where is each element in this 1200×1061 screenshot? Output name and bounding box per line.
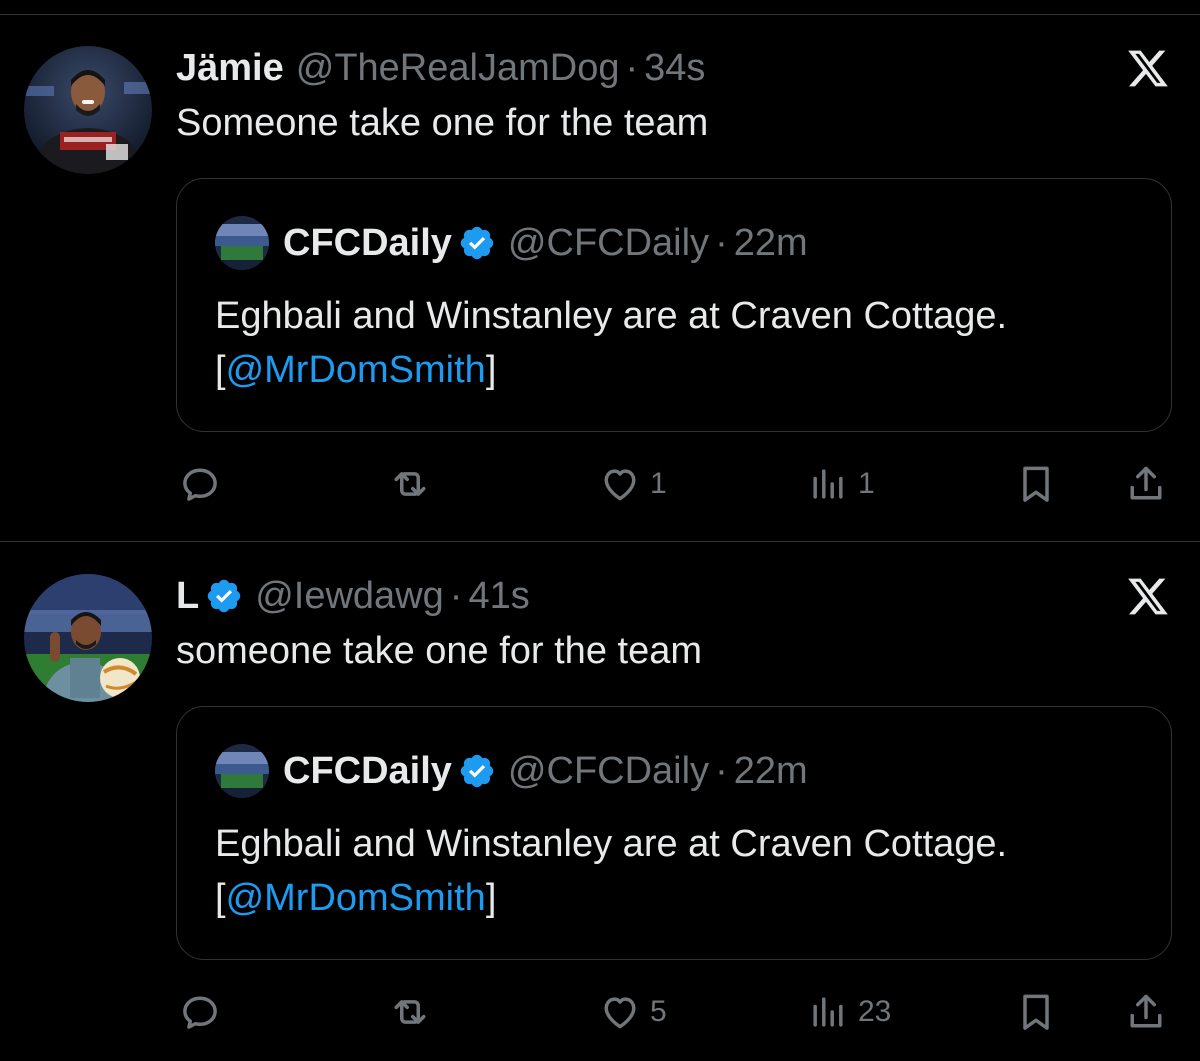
views-icon: [813, 469, 843, 499]
bookmark-button[interactable]: [1014, 454, 1058, 514]
quote-header: CFCDaily @CFCDaily · 22m: [215, 216, 808, 270]
quote-text-body: Eghbali and Winstanley are at Craven Cot…: [215, 823, 1008, 865]
stadium-avatar-icon: [215, 744, 269, 798]
user-handle[interactable]: @Iewdawg: [255, 575, 444, 618]
quote-avatar: [215, 216, 269, 270]
tweet-text: Someone take one for the team: [176, 102, 709, 144]
like-count: 1: [650, 467, 667, 500]
like-button[interactable]: 5: [598, 982, 667, 1042]
user-avatar-icon: [24, 574, 152, 702]
bracket-close: ]: [485, 877, 497, 919]
avatar[interactable]: [24, 574, 152, 702]
views-button[interactable]: 1: [806, 454, 875, 514]
quote-user-handle[interactable]: @CFCDaily: [508, 222, 709, 265]
quote-text: Eghbali and Winstanley are at Craven Cot…: [215, 289, 1007, 397]
display-name[interactable]: L: [176, 575, 199, 618]
share-button[interactable]: [1124, 982, 1168, 1042]
quote-user-handle[interactable]: @CFCDaily: [508, 750, 709, 793]
tweet-header: Jämie @TheRealJamDog · 34s: [176, 44, 705, 92]
user-avatar-icon: [24, 46, 152, 174]
retweet-button[interactable]: [388, 982, 440, 1042]
reply-button[interactable]: [178, 982, 230, 1042]
quote-display-name[interactable]: CFCDaily: [283, 222, 452, 265]
user-handle[interactable]: @TheRealJamDog: [296, 47, 620, 90]
tweet-header: L @Iewdawg · 41s: [176, 572, 530, 620]
reply-icon: [183, 996, 217, 1029]
action-bar: 1 1: [0, 454, 1200, 514]
share-icon: [1130, 466, 1162, 500]
quote-text: Eghbali and Winstanley are at Craven Cot…: [215, 817, 1007, 925]
separator-dot: ·: [715, 221, 728, 264]
quote-timestamp[interactable]: 22m: [734, 750, 808, 793]
heart-icon: [604, 469, 636, 501]
mention-link[interactable]: @MrDomSmith: [226, 877, 486, 919]
bracket-open: [: [215, 877, 226, 919]
quote-timestamp[interactable]: 22m: [734, 222, 808, 265]
verified-badge-icon: [205, 577, 243, 615]
reply-icon: [183, 468, 217, 501]
quote-display-name[interactable]: CFCDaily: [283, 750, 452, 793]
separator-dot: ·: [449, 574, 463, 617]
stadium-avatar-icon: [215, 216, 269, 270]
share-button[interactable]: [1124, 454, 1168, 514]
share-icon: [1130, 994, 1162, 1028]
views-icon: [813, 997, 843, 1027]
bookmark-icon: [1023, 994, 1049, 1030]
tweet[interactable]: Jämie @TheRealJamDog · 34s Someone take …: [0, 0, 1200, 527]
action-bar: 5 23: [0, 982, 1200, 1042]
display-name[interactable]: Jämie: [176, 47, 284, 90]
views-count: 23: [858, 995, 892, 1028]
quote-avatar: [215, 744, 269, 798]
x-logo-icon: [1126, 574, 1170, 618]
separator-dot: ·: [715, 749, 728, 792]
quote-header: CFCDaily @CFCDaily · 22m: [215, 744, 808, 798]
reply-button[interactable]: [178, 454, 230, 514]
bookmark-button[interactable]: [1014, 982, 1058, 1042]
retweet-icon: [394, 1000, 426, 1024]
views-button[interactable]: 23: [806, 982, 891, 1042]
views-count: 1: [858, 467, 875, 500]
bracket-open: [: [215, 349, 226, 391]
timestamp[interactable]: 34s: [644, 47, 705, 90]
avatar[interactable]: [24, 46, 152, 174]
x-logo-icon: [1126, 46, 1170, 90]
mention-link[interactable]: @MrDomSmith: [226, 349, 486, 391]
quote-tweet-card[interactable]: CFCDaily @CFCDaily · 22m Eghbali and Win…: [176, 178, 1172, 432]
like-button[interactable]: 1: [598, 454, 667, 514]
verified-badge-icon: [458, 752, 496, 790]
quote-text-body: Eghbali and Winstanley are at Craven Cot…: [215, 295, 1008, 337]
tweet-text: someone take one for the team: [176, 630, 702, 672]
bracket-close: ]: [485, 349, 497, 391]
bookmark-icon: [1023, 466, 1049, 502]
verified-badge-icon: [458, 224, 496, 262]
retweet-icon: [394, 472, 426, 496]
heart-icon: [604, 997, 636, 1029]
quote-tweet-card[interactable]: CFCDaily @CFCDaily · 22m Eghbali and Win…: [176, 706, 1172, 960]
like-count: 5: [650, 995, 667, 1028]
tweet[interactable]: L @Iewdawg · 41s someone take one for th…: [0, 528, 1200, 1055]
timestamp[interactable]: 41s: [468, 575, 529, 618]
separator-dot: ·: [625, 46, 639, 89]
retweet-button[interactable]: [388, 454, 440, 514]
